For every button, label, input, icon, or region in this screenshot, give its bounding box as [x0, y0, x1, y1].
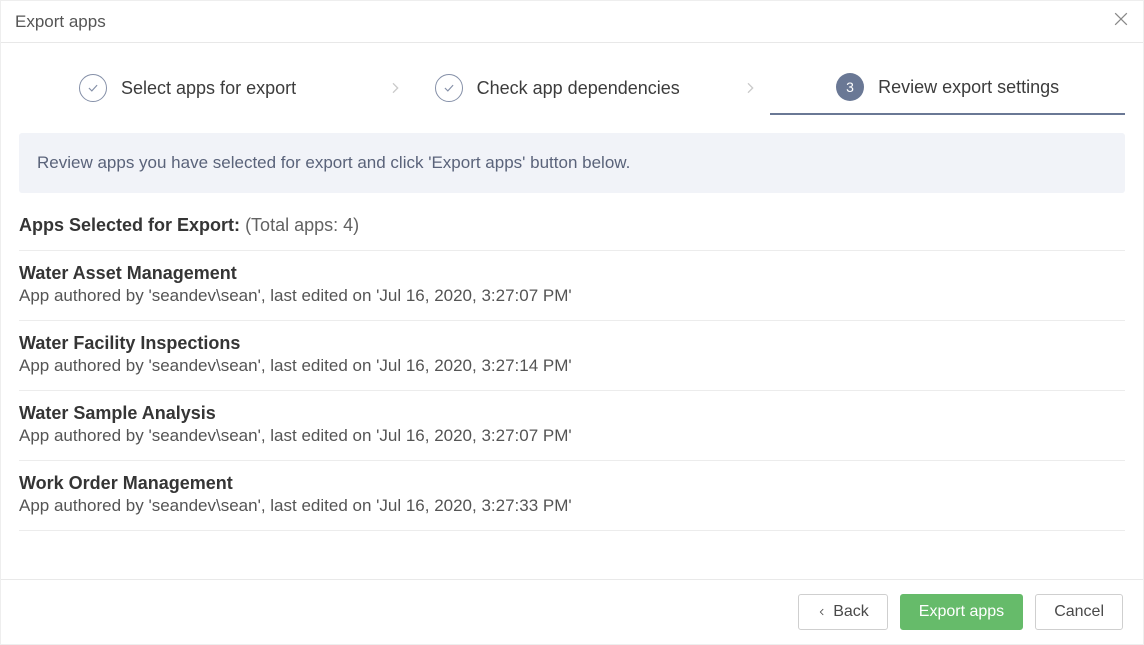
app-meta: App authored by 'seandev\sean', last edi… [19, 496, 1125, 516]
dialog-footer: Back Export apps Cancel [1, 579, 1143, 644]
step-label: Check app dependencies [477, 78, 680, 99]
step-separator [375, 61, 415, 115]
step-separator [730, 61, 770, 115]
dialog-body: Select apps for export Check app depende… [1, 43, 1143, 579]
step-number-badge: 3 [836, 73, 864, 101]
back-button-label: Back [833, 603, 869, 621]
step-label: Select apps for export [121, 78, 296, 99]
list-item: Work Order Management App authored by 's… [19, 461, 1125, 531]
back-button[interactable]: Back [798, 594, 888, 630]
app-name: Work Order Management [19, 473, 1125, 494]
chevron-left-icon [817, 607, 827, 617]
app-meta: App authored by 'seandev\sean', last edi… [19, 356, 1125, 376]
app-meta: App authored by 'seandev\sean', last edi… [19, 426, 1125, 446]
info-message: Review apps you have selected for export… [19, 133, 1125, 193]
list-item: Water Asset Management App authored by '… [19, 251, 1125, 321]
wizard-steps: Select apps for export Check app depende… [19, 61, 1125, 115]
close-button[interactable] [1111, 9, 1131, 34]
app-name: Water Facility Inspections [19, 333, 1125, 354]
export-apps-button[interactable]: Export apps [900, 594, 1023, 630]
close-icon [1111, 9, 1131, 29]
section-title: Apps Selected for Export: [19, 215, 240, 235]
checkmark-icon [79, 74, 107, 102]
export-apps-dialog: Export apps Select apps for export [0, 0, 1144, 645]
app-meta: App authored by 'seandev\sean', last edi… [19, 286, 1125, 306]
app-name: Water Asset Management [19, 263, 1125, 284]
checkmark-icon [435, 74, 463, 102]
list-item: Water Sample Analysis App authored by 's… [19, 391, 1125, 461]
dialog-title: Export apps [15, 12, 106, 32]
step-select-apps[interactable]: Select apps for export [19, 61, 375, 115]
list-item: Water Facility Inspections App authored … [19, 321, 1125, 391]
export-button-label: Export apps [919, 603, 1004, 621]
step-label: Review export settings [878, 77, 1059, 98]
section-header: Apps Selected for Export: (Total apps: 4… [19, 211, 1125, 236]
dialog-titlebar: Export apps [1, 1, 1143, 43]
chevron-right-icon [387, 80, 403, 96]
app-name: Water Sample Analysis [19, 403, 1125, 424]
app-list: Water Asset Management App authored by '… [19, 250, 1125, 531]
cancel-button-label: Cancel [1054, 603, 1104, 621]
step-check-dependencies[interactable]: Check app dependencies [415, 61, 731, 115]
cancel-button[interactable]: Cancel [1035, 594, 1123, 630]
step-review-settings[interactable]: 3 Review export settings [770, 61, 1125, 115]
chevron-right-icon [742, 80, 758, 96]
section-count: (Total apps: 4) [245, 215, 359, 235]
